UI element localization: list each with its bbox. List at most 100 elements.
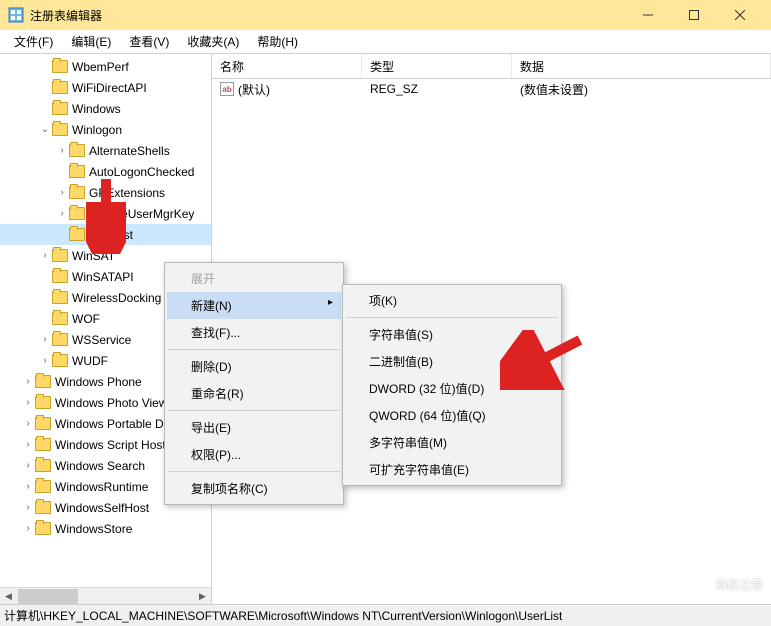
window-title: 注册表编辑器 (30, 7, 625, 24)
maximize-button[interactable] (671, 0, 717, 30)
tree-scrollbar-h[interactable]: ◀ ▶ (0, 587, 211, 604)
menu-item[interactable]: 项(K) (345, 287, 559, 314)
folder-icon (52, 81, 68, 94)
tree-item-label: AlternateShells (89, 144, 170, 158)
col-name[interactable]: 名称 (212, 54, 362, 78)
tree-item-label: Windows Search (55, 459, 145, 473)
expand-icon[interactable]: › (21, 481, 35, 492)
tree-item[interactable]: ›WiFiDirectAPI (0, 77, 211, 98)
window-controls (625, 0, 763, 30)
tree-item[interactable]: ›WbemPerf (0, 56, 211, 77)
expand-icon[interactable]: › (21, 418, 35, 429)
value-type: REG_SZ (362, 82, 512, 96)
reg-string-icon: ab (220, 82, 234, 96)
folder-icon (35, 501, 51, 514)
folder-icon (52, 333, 68, 346)
close-button[interactable] (717, 0, 763, 30)
expand-icon[interactable]: › (21, 523, 35, 534)
folder-icon (52, 102, 68, 115)
statusbar: 计算机\HKEY_LOCAL_MACHINE\SOFTWARE\Microsof… (0, 604, 771, 626)
annotation-arrow-userlist (86, 174, 126, 254)
menu-item[interactable]: QWORD (64 位)值(Q) (345, 402, 559, 429)
expand-icon[interactable]: › (55, 187, 69, 198)
folder-icon (52, 312, 68, 325)
scroll-left-icon[interactable]: ◀ (0, 588, 17, 605)
folder-icon (35, 522, 51, 535)
menu-item[interactable]: 新建(N) (167, 292, 341, 319)
menu-separator (346, 317, 558, 318)
folder-icon (35, 417, 51, 430)
menu-item[interactable]: 可扩充字符串值(E) (345, 456, 559, 483)
tree-item-label: Windows (72, 102, 121, 116)
tree-item-label: WindowsRuntime (55, 480, 148, 494)
menu-file[interactable]: 文件(F) (6, 31, 61, 52)
titlebar: 注册表编辑器 (0, 0, 771, 30)
tree-item[interactable]: ›Windows (0, 98, 211, 119)
menu-item: 展开 (167, 265, 341, 292)
tree-item[interactable]: ⌄ Winlogon (0, 119, 211, 140)
col-data[interactable]: 数据 (512, 54, 771, 78)
list-row[interactable]: ab (默认) REG_SZ (数值未设置) (212, 79, 771, 99)
tree-item[interactable]: › AlternateShells (0, 140, 211, 161)
expand-icon[interactable]: › (21, 397, 35, 408)
menu-item[interactable]: 删除(D) (167, 353, 341, 380)
col-type[interactable]: 类型 (362, 54, 512, 78)
menu-item[interactable]: 重命名(R) (167, 380, 341, 407)
folder-icon (35, 438, 51, 451)
folder-icon (35, 459, 51, 472)
list-header: 名称 类型 数据 (212, 54, 771, 79)
expand-icon[interactable]: › (38, 250, 52, 261)
tree-item-label: WinSATAPI (72, 270, 134, 284)
watermark-text: 系统之家 (715, 576, 763, 593)
expand-icon[interactable]: › (21, 376, 35, 387)
folder-icon (52, 249, 68, 262)
value-name: (默认) (238, 81, 270, 98)
menu-item[interactable]: 权限(P)... (167, 441, 341, 468)
tree-item-label: WbemPerf (72, 60, 129, 74)
menu-separator (168, 471, 340, 472)
menu-favorites[interactable]: 收藏夹(A) (179, 31, 247, 52)
menu-view[interactable]: 查看(V) (121, 31, 177, 52)
expand-icon[interactable]: › (21, 502, 35, 513)
menu-help[interactable]: 帮助(H) (249, 31, 306, 52)
folder-icon (52, 60, 68, 73)
app-icon (8, 7, 24, 23)
minimize-button[interactable] (625, 0, 671, 30)
scroll-thumb[interactable] (18, 589, 78, 604)
expand-icon[interactable]: › (55, 208, 69, 219)
folder-icon (35, 375, 51, 388)
folder-icon (52, 123, 68, 136)
menu-item[interactable]: 导出(E) (167, 414, 341, 441)
folder-icon (69, 144, 85, 157)
expand-icon[interactable]: › (38, 334, 52, 345)
scroll-right-icon[interactable]: ▶ (194, 588, 211, 605)
tree-item-label: Windows Phone (55, 375, 142, 389)
value-data: (数值未设置) (512, 81, 771, 98)
expand-icon[interactable]: › (55, 145, 69, 156)
tree-item-label: Winlogon (72, 123, 122, 137)
tree-item-label: WiFiDirectAPI (72, 81, 147, 95)
folder-icon (69, 186, 85, 199)
context-menu[interactable]: 展开新建(N)查找(F)... 删除(D)重命名(R) 导出(E)权限(P)... 复… (164, 262, 344, 505)
tree-item-label: WindowsStore (55, 522, 132, 536)
menu-item[interactable]: 复制项名称(C) (167, 475, 341, 502)
folder-icon (35, 480, 51, 493)
folder-icon (35, 396, 51, 409)
folder-icon (52, 291, 68, 304)
expand-icon[interactable]: › (21, 460, 35, 471)
tree-item[interactable]: › WindowsStore (0, 518, 211, 539)
menu-separator (168, 349, 340, 350)
collapse-icon[interactable]: ⌄ (38, 124, 52, 135)
folder-icon (52, 270, 68, 283)
menu-item[interactable]: 多字符串值(M) (345, 429, 559, 456)
expand-icon[interactable]: › (38, 355, 52, 366)
menu-item[interactable]: 查找(F)... (167, 319, 341, 346)
tree-item-label: Windows Script Host (55, 438, 166, 452)
folder-icon (69, 165, 85, 178)
tree-item-label: WOF (72, 312, 100, 326)
menu-edit[interactable]: 编辑(E) (63, 31, 119, 52)
expand-icon[interactable]: › (21, 439, 35, 450)
tree-item-label: Windows Photo Viewer (55, 396, 178, 410)
tree-item-label: WSService (72, 333, 131, 347)
status-path: 计算机\HKEY_LOCAL_MACHINE\SOFTWARE\Microsof… (4, 607, 562, 624)
